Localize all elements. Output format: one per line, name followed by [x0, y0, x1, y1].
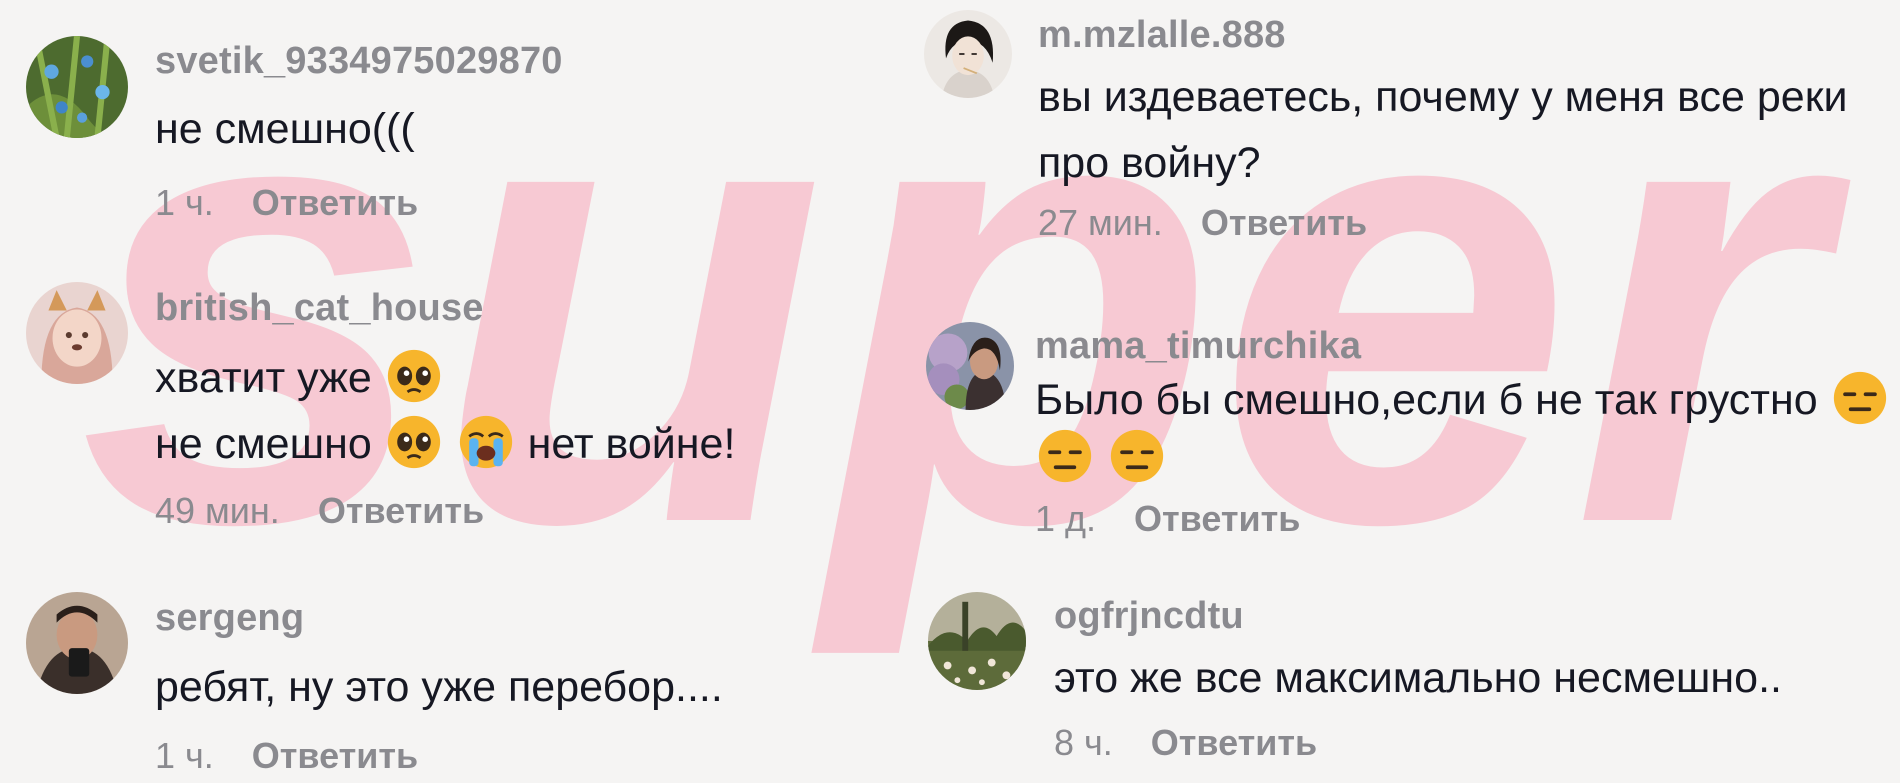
anime-art-avatar [924, 10, 1012, 98]
comment-line: Было бы смешно,если б не так грустно [1035, 376, 1818, 424]
comment-text: вы издеваетесь, почему у меня все реки п… [1038, 64, 1848, 196]
avatar[interactable] [926, 322, 1014, 410]
avatar[interactable] [928, 592, 1026, 690]
avatar[interactable] [924, 10, 1012, 98]
expressionless-face-emoji [1832, 370, 1888, 426]
comment-line: про войну? [1038, 139, 1261, 187]
comment-line: хватит уже [155, 354, 372, 402]
username[interactable]: british_cat_house [155, 287, 484, 330]
avatar[interactable] [26, 592, 128, 694]
man-phone-avatar [26, 592, 128, 694]
comment-text: хватит уже не смешно нет войне! [155, 345, 735, 477]
comment-meta: 1 ч. Ответить [155, 182, 418, 224]
pleading-face-emoji [386, 414, 442, 470]
comment-line: не смешно [155, 420, 372, 468]
expressionless-face-emoji [1037, 428, 1093, 484]
comment-line: нет войне! [527, 420, 736, 468]
comment-text: не смешно((( [155, 96, 415, 162]
comment-meta: 1 д. Ответить [1035, 498, 1300, 540]
avatar[interactable] [26, 282, 128, 384]
flowers-photo-avatar [26, 36, 128, 138]
pleading-face-emoji [386, 348, 442, 404]
comment-text: это же все максимально несмешно.. [1054, 645, 1782, 711]
username[interactable]: m.mzlalle.888 [1038, 14, 1286, 57]
comment-time: 1 ч. [155, 735, 214, 776]
comment-line: вы издеваетесь, почему у меня все реки [1038, 73, 1848, 121]
comment-time: 1 д. [1035, 498, 1097, 539]
reply-button[interactable]: Ответить [252, 182, 418, 223]
girl-filter-avatar [26, 282, 128, 384]
comment-time: 27 мин. [1038, 202, 1163, 243]
comment-time: 49 мин. [155, 490, 280, 531]
comment-line: не смешно((( [155, 105, 415, 153]
username[interactable]: mama_timurchika [1035, 325, 1361, 368]
reply-button[interactable]: Ответить [1201, 202, 1367, 243]
username[interactable]: svetik_9334975029870 [155, 40, 563, 83]
reply-button[interactable]: Ответить [318, 490, 484, 531]
comment-line: это же все максимально несмешно.. [1054, 654, 1782, 702]
comment-meta: 8 ч. Ответить [1054, 722, 1317, 764]
username[interactable]: sergeng [155, 597, 304, 640]
username[interactable]: ogfrjncdtu [1054, 595, 1244, 638]
woman-lilac-avatar [926, 322, 1014, 410]
avatar[interactable] [26, 36, 128, 138]
expressionless-face-emoji [1109, 428, 1165, 484]
comment-meta: 49 мин. Ответить [155, 490, 484, 532]
comment-text: Было бы смешно,если б не так грустно [1035, 370, 1890, 486]
comment-text: ребят, ну это уже перебор.... [155, 654, 723, 720]
comment-meta: 27 мин. Ответить [1038, 202, 1367, 244]
reply-button[interactable]: Ответить [1151, 722, 1317, 763]
comment-time: 8 ч. [1054, 722, 1113, 763]
reply-button[interactable]: Ответить [252, 735, 418, 776]
loudly-crying-face-emoji [458, 414, 514, 470]
field-photo-avatar [928, 592, 1026, 690]
comment-meta: 1 ч. Ответить [155, 735, 418, 777]
comment-time: 1 ч. [155, 182, 214, 223]
reply-button[interactable]: Ответить [1134, 498, 1300, 539]
comment-line: ребят, ну это уже перебор.... [155, 663, 723, 711]
